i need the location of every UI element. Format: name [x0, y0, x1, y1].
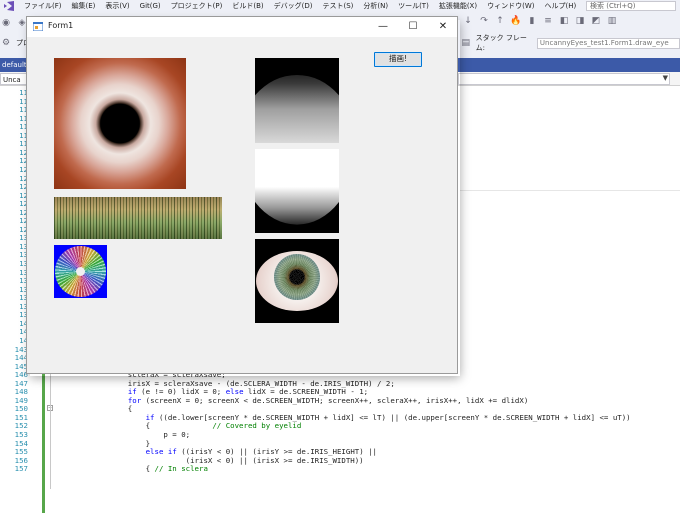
layout-icon[interactable]: ▥	[606, 16, 618, 26]
form1-window: Form1 — ☐ ✕ 描画!	[26, 16, 458, 374]
ide-menubar: ファイル(F) 編集(E) 表示(V) Git(G) プロジェクト(P) ビルド…	[0, 0, 680, 12]
stack-frame-combo[interactable]: UncannyEyes_test1.Form1.draw_eye	[536, 37, 680, 49]
menu-build[interactable]: ビルド(B)	[227, 1, 268, 11]
ide-search-input[interactable]: 検索 (Ctrl+Q)	[586, 1, 676, 11]
debug-step-icons: ↓ ↷ ↑ 🔥 ▮ ≡ ◧ ◨ ◩ ▥	[462, 16, 622, 26]
thread-icon: ▤	[461, 38, 471, 48]
draw-button[interactable]: 描画!	[374, 52, 422, 67]
close-button[interactable]: ✕	[428, 17, 458, 37]
rendered-iris-rays	[274, 254, 320, 300]
stack-frame-group: ▤ スタック フレーム: UncannyEyes_test1.Form1.dra…	[460, 33, 680, 53]
menu-file[interactable]: ファイル(F)	[19, 1, 67, 11]
bookmark-icon[interactable]: ▮	[526, 16, 538, 26]
bookmark-next-icon[interactable]: ◨	[574, 16, 586, 26]
sclera-texture-image	[54, 58, 186, 189]
form-window-icon	[33, 22, 43, 31]
step-into-icon[interactable]: ↓	[462, 16, 474, 26]
lower-eyelid-gradient	[255, 149, 339, 225]
menu-debug[interactable]: デバッグ(D)	[269, 1, 318, 11]
visual-studio-icon[interactable]	[3, 1, 15, 11]
minimize-button[interactable]: —	[368, 17, 398, 37]
menu-tools[interactable]: ツール(T)	[393, 1, 434, 11]
step-over-icon[interactable]: ↷	[478, 16, 490, 26]
editor-guide-line	[460, 190, 680, 191]
menu-git[interactable]: Git(G)	[135, 2, 166, 10]
upper-eyelid-map-image	[255, 58, 339, 143]
menu-help[interactable]: ヘルプ(H)	[539, 1, 581, 11]
iris-strip-texture-image	[54, 197, 222, 239]
process-icon: ⚙	[1, 38, 11, 48]
menu-project[interactable]: プロジェクト(P)	[166, 1, 228, 11]
menu-window[interactable]: ウィンドウ(W)	[482, 1, 539, 11]
line-number: 157	[14, 464, 28, 474]
form-titlebar[interactable]: Form1 — ☐ ✕	[27, 17, 457, 37]
comment-icon[interactable]: ≡	[542, 16, 554, 26]
iris-map-hub	[76, 267, 85, 276]
rendered-eye-image	[255, 239, 339, 323]
menu-analyze[interactable]: 分析(N)	[358, 1, 393, 11]
code-line: { // In sclera	[110, 464, 208, 474]
menu-view[interactable]: 表示(V)	[100, 1, 134, 11]
member-nav-combo[interactable]: ▼	[458, 73, 670, 85]
form-title: Form1	[48, 21, 74, 30]
upper-eyelid-gradient	[255, 75, 339, 143]
menu-test[interactable]: テスト(S)	[317, 1, 358, 11]
iris-polar-map-image	[54, 245, 107, 298]
stack-frame-label: スタック フレーム:	[475, 34, 527, 52]
bookmark-clear-icon[interactable]: ◩	[590, 16, 602, 26]
menu-extensions[interactable]: 拡張機能(X)	[434, 1, 482, 11]
chevron-down-icon: ▼	[662, 74, 668, 82]
hot-reload-icon[interactable]: 🔥	[510, 16, 522, 26]
menu-edit[interactable]: 編集(E)	[67, 1, 101, 11]
maximize-button[interactable]: ☐	[398, 17, 428, 37]
nav-back-icon[interactable]: ◉	[0, 18, 12, 28]
bookmark-prev-icon[interactable]: ◧	[558, 16, 570, 26]
lower-eyelid-map-image	[255, 149, 339, 233]
step-out-icon[interactable]: ↑	[494, 16, 506, 26]
fold-guide-line	[50, 361, 51, 490]
